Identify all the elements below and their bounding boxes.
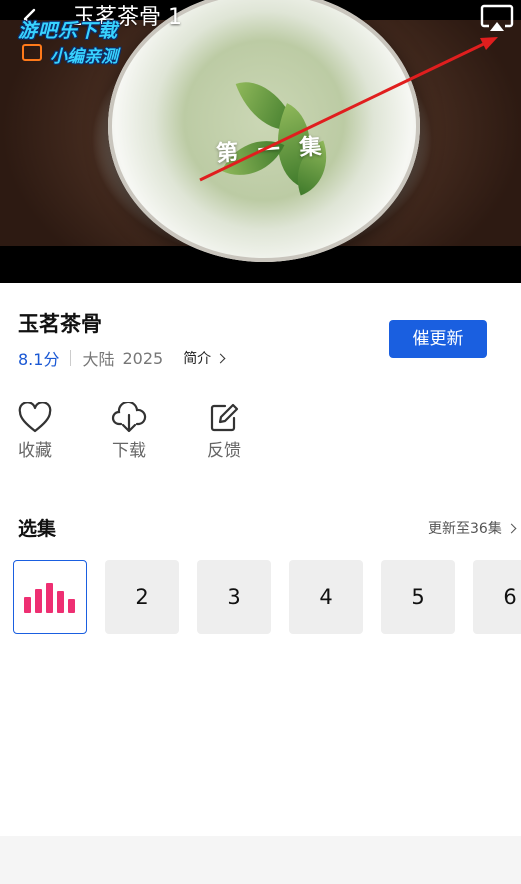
show-title: 玉茗茶骨 [18, 312, 102, 336]
edit-feedback-icon [210, 403, 239, 432]
video-player[interactable]: 第 一 集 玉茗茶骨 1 游吧乐下载 小编亲测 [0, 0, 521, 283]
show-meta: 8.1分 大陆 2025 简介 [18, 346, 226, 370]
meta-divider [70, 350, 72, 366]
cloud-download-icon [111, 402, 147, 433]
episode-1-playing[interactable] [13, 560, 87, 634]
back-arrow-icon [23, 8, 36, 30]
intro-link[interactable]: 简介 [183, 348, 226, 368]
episode-2[interactable]: 2 [105, 560, 179, 634]
region: 大陆 [82, 350, 115, 369]
episode-3[interactable]: 3 [197, 560, 271, 634]
download-button[interactable]: 下载 [99, 402, 159, 464]
back-button[interactable] [18, 6, 44, 32]
chevron-right-icon [215, 353, 226, 363]
chevron-right-icon [506, 523, 517, 533]
episode-list[interactable]: 2 3 4 5 6 [13, 560, 521, 634]
favorite-button[interactable]: 收藏 [5, 402, 65, 464]
update-status: 更新至36集 [428, 521, 502, 537]
feedback-button[interactable]: 反馈 [194, 402, 254, 464]
bottom-area [0, 836, 521, 884]
rating: 8.1分 [18, 350, 60, 369]
episode-4[interactable]: 4 [289, 560, 363, 634]
heart-icon [18, 402, 52, 433]
favorite-label: 收藏 [18, 441, 52, 461]
urge-update-button[interactable]: 催更新 [389, 320, 487, 358]
player-top-bar: 玉茗茶骨 1 [0, 0, 521, 40]
episodes-section-title: 选集 [18, 518, 57, 540]
video-title: 玉茗茶骨 1 [73, 5, 182, 30]
feedback-label: 反馈 [207, 441, 241, 461]
episode-6[interactable]: 6 [473, 560, 521, 634]
episode-5[interactable]: 5 [381, 560, 455, 634]
intro-label: 简介 [183, 351, 212, 367]
download-label: 下载 [112, 441, 146, 461]
video-frame[interactable]: 第 一 集 [0, 0, 521, 262]
episodes-more-link[interactable]: 更新至36集 [428, 518, 517, 538]
equalizer-icon [24, 583, 76, 613]
cast-button[interactable] [480, 4, 514, 34]
cast-icon [480, 4, 514, 31]
year: 2025 [122, 348, 164, 368]
